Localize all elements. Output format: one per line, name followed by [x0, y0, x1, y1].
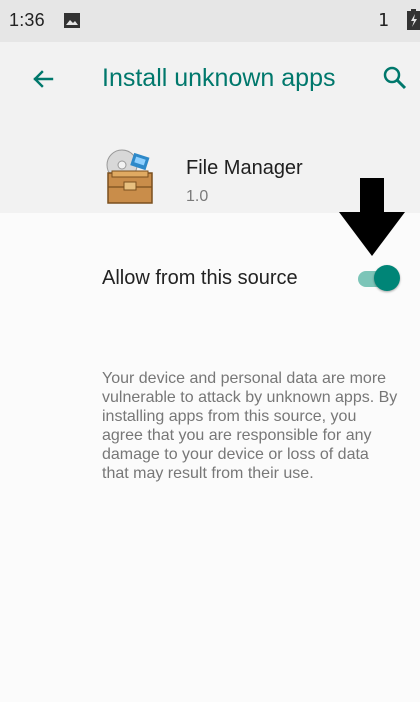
status-bar: 1:36 1: [0, 0, 420, 42]
status-time: 1:36: [9, 10, 45, 30]
search-icon[interactable]: [382, 65, 408, 91]
allow-from-source-toggle[interactable]: [352, 264, 404, 294]
down-arrow-icon: [339, 178, 405, 256]
warning-text: Your device and personal data are more v…: [102, 370, 398, 482]
battery-icon: [407, 9, 420, 30]
settings-content: Allow from this source Your device and p…: [0, 213, 420, 702]
toggle-thumb: [374, 265, 400, 291]
back-arrow-icon[interactable]: [30, 66, 56, 92]
photo-notification-icon: [64, 13, 80, 28]
page-title: Install unknown apps: [102, 64, 336, 92]
app-name: File Manager: [186, 157, 303, 179]
allow-from-source-label: Allow from this source: [102, 267, 298, 289]
app-version: 1.0: [186, 188, 209, 205]
app-bar: Install unknown apps: [0, 42, 420, 120]
file-manager-box-icon: [106, 149, 153, 204]
sim-indicator: 1: [378, 10, 389, 31]
